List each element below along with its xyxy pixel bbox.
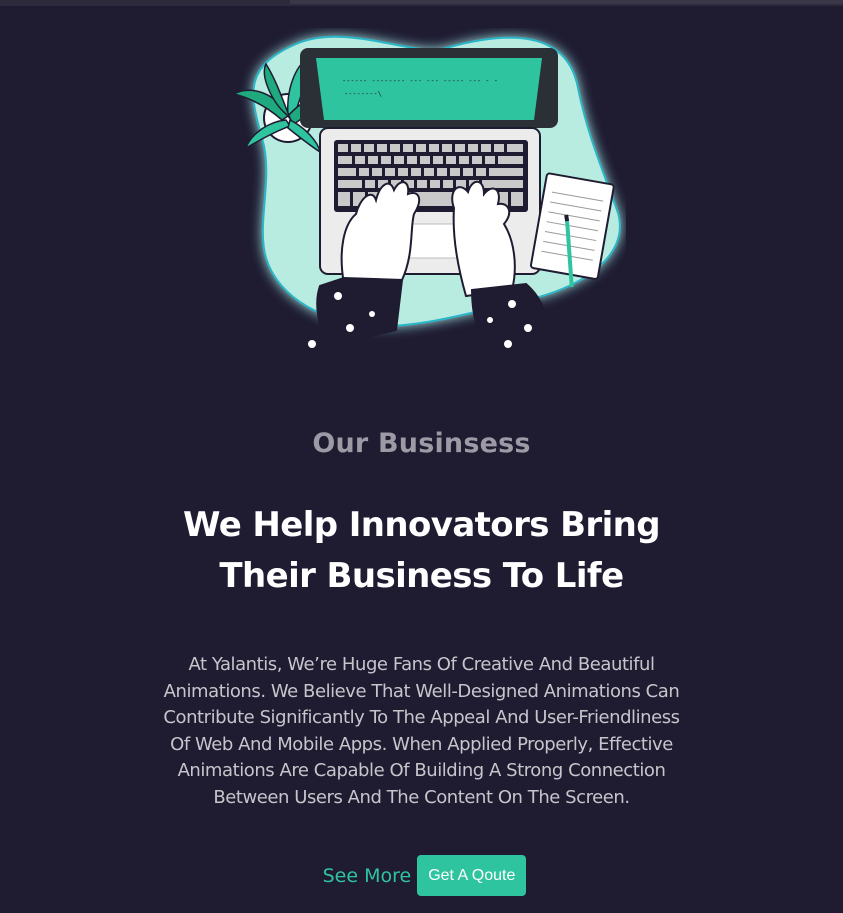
- description-line: At Yalantis, We’re Huge Fans Of Creative…: [188, 654, 655, 675]
- see-more-link[interactable]: See More: [323, 865, 412, 887]
- browser-top-strip-highlight: [290, 0, 843, 4]
- laptop-screen: [316, 58, 542, 120]
- action-row: See More Get A Qoute: [0, 855, 843, 896]
- get-quote-button[interactable]: Get A Qoute: [417, 855, 527, 896]
- screen-code-line-2: --------\: [344, 90, 382, 98]
- hero-illustration: ------ -------- --- --- ----- --- - - --…: [226, 28, 626, 358]
- description-line: Of Web And Mobile Apps. When Applied Pro…: [170, 733, 673, 755]
- description-line: Animations Are Capable Of Building A Str…: [177, 760, 666, 782]
- headline-line: We Help Innovators Bring: [183, 505, 661, 545]
- section-headline: We Help Innovators Bring Their Business …: [0, 500, 843, 602]
- headline-line: Their Business To Life: [219, 556, 624, 596]
- section-eyebrow: Our Businsess: [312, 428, 531, 459]
- description-line: Between Users And The Content On The Scr…: [213, 786, 630, 808]
- description-line: Animations. We Believe That Well-Designe…: [163, 680, 680, 702]
- description-line: Contribute Significantly To The Appeal A…: [163, 707, 680, 729]
- laptop-typing-illustration: ------ -------- --- --- ----- --- - - --…: [232, 35, 621, 352]
- screen-code-line-1: ------ -------- --- --- ----- --- - -: [342, 77, 498, 85]
- section-description: At Yalantis, We’re Huge Fans Of Creative…: [120, 652, 723, 812]
